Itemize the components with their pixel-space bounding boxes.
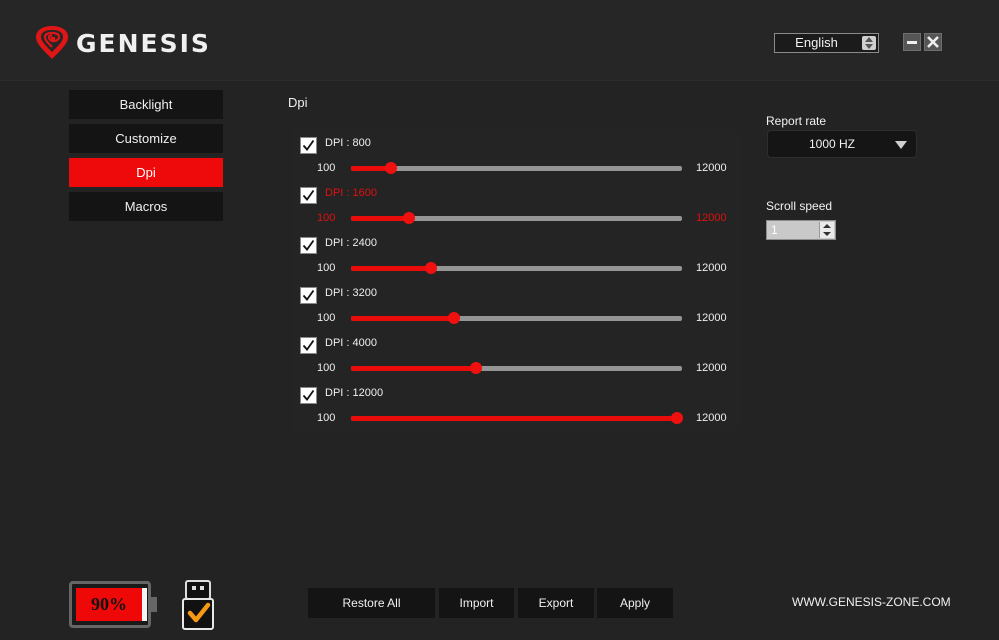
nav-item-dpi[interactable]: Dpi [69, 158, 223, 187]
export-button[interactable]: Export [518, 588, 594, 618]
dpi-checkbox[interactable] [300, 237, 317, 254]
logo-text: GENESIS [76, 28, 211, 58]
dpi-slider-thumb[interactable] [671, 412, 683, 424]
dpi-min-label: 100 [317, 162, 336, 174]
dpi-slider[interactable] [351, 312, 682, 324]
dpi-slider[interactable] [351, 412, 683, 424]
dpi-slider-fill [351, 416, 677, 421]
dpi-checkbox[interactable] [300, 337, 317, 354]
dpi-slider-thumb[interactable] [447, 312, 460, 324]
battery-percent: 90% [91, 594, 127, 614]
dpi-slider-fill [351, 216, 409, 221]
dpi-label: DPI : 1600 [325, 187, 377, 199]
dpi-max-label: 12000 [696, 412, 727, 424]
dpi-label: DPI : 3200 [325, 287, 377, 299]
scroll-speed-value: 1 [771, 223, 778, 237]
dpi-slider-thumb[interactable] [384, 162, 397, 174]
dpi-max-label: 12000 [696, 312, 727, 324]
website-link[interactable]: WWW.GENESIS-ZONE.COM [792, 595, 951, 609]
dpi-min-label: 100 [317, 212, 336, 224]
dpi-row: DPI : 4000 100 12000 [300, 330, 740, 380]
dpi-slider[interactable] [351, 362, 682, 374]
dpi-min-label: 100 [317, 412, 336, 424]
dpi-row: DPI : 1600 100 12000 [300, 180, 740, 230]
dpi-slider-thumb[interactable] [470, 362, 483, 374]
language-select[interactable]: English [774, 33, 879, 53]
dpi-max-label: 12000 [696, 362, 727, 374]
dpi-checkbox[interactable] [300, 187, 317, 204]
dropdown-arrow-icon [895, 141, 907, 149]
minimize-button[interactable] [903, 33, 921, 51]
checkmark-icon [302, 289, 315, 301]
dpi-max-label: 12000 [696, 262, 727, 274]
scroll-speed-label: Scroll speed [766, 199, 833, 213]
dpi-checkbox[interactable] [300, 287, 317, 304]
language-value: English [795, 35, 838, 50]
report-rate-value: 1000 HZ [808, 137, 856, 151]
dpi-slider-fill [351, 366, 477, 371]
dpi-row: DPI : 3200 100 12000 [300, 280, 740, 330]
apply-button[interactable]: Apply [597, 588, 673, 618]
restore-all-button[interactable]: Restore All [308, 588, 435, 618]
dpi-max-label: 12000 [696, 162, 727, 174]
dpi-slider[interactable] [351, 212, 682, 224]
checkmark-icon [302, 389, 315, 401]
dpi-max-label: 12000 [696, 212, 727, 224]
dpi-label: DPI : 2400 [325, 237, 377, 249]
dpi-slider[interactable] [351, 262, 682, 274]
dpi-slider-fill [351, 266, 432, 271]
dpi-checkbox[interactable] [300, 387, 317, 404]
close-button[interactable] [924, 33, 942, 51]
battery-indicator: 90% [69, 581, 157, 628]
dpi-slider-fill [351, 316, 454, 321]
checkmark-icon [302, 139, 315, 151]
report-rate-label: Report rate [766, 114, 827, 128]
scroll-speed-input[interactable]: 1 [766, 220, 836, 240]
checkmark-icon [302, 239, 315, 251]
battery-tip [151, 597, 157, 612]
logo: GENESIS [34, 25, 211, 61]
dpi-row: DPI : 2400 100 12000 [300, 230, 740, 280]
dpi-min-label: 100 [317, 262, 336, 274]
nav-item-macros[interactable]: Macros [69, 192, 223, 221]
dpi-row: DPI : 800 100 12000 [300, 130, 740, 180]
import-button[interactable]: Import [439, 588, 514, 618]
header: GENESIS English [0, 0, 999, 81]
dpi-min-label: 100 [317, 312, 336, 324]
usb-connected-icon [182, 580, 214, 630]
genesis-logo-icon [36, 26, 68, 59]
battery-empty-segment [142, 588, 147, 621]
dpi-checkbox[interactable] [300, 137, 317, 154]
dpi-slider-thumb[interactable] [402, 212, 415, 224]
spinner-arrows-icon[interactable] [862, 36, 876, 50]
dpi-label: DPI : 12000 [325, 387, 384, 399]
section-title: Dpi [288, 95, 308, 110]
dpi-min-label: 100 [317, 362, 336, 374]
report-rate-select[interactable]: 1000 HZ [767, 130, 917, 158]
checkmark-icon [302, 189, 315, 201]
nav-item-customize[interactable]: Customize [69, 124, 223, 153]
dpi-slider-thumb[interactable] [425, 262, 438, 274]
checkmark-icon [302, 339, 315, 351]
dpi-label: DPI : 4000 [325, 337, 377, 349]
dpi-label: DPI : 800 [325, 137, 371, 149]
dpi-row: DPI : 12000 100 12000 [300, 380, 740, 430]
nav-item-backlight[interactable]: Backlight [69, 90, 223, 119]
close-icon [927, 36, 939, 48]
dpi-slider[interactable] [351, 162, 682, 174]
spinner-arrows-icon[interactable] [819, 222, 834, 238]
